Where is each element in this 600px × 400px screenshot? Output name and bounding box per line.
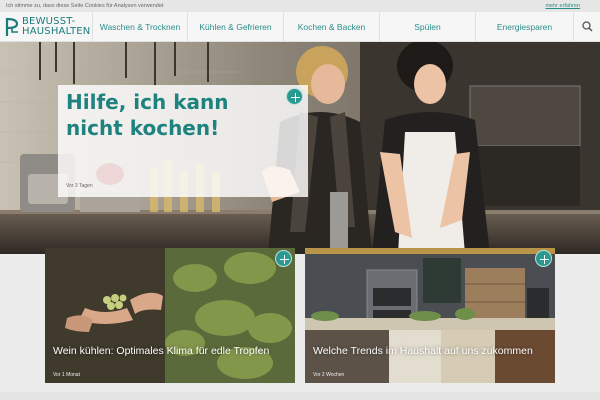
cookie-consent-text: Ich stimme zu, dass diese Seite Cookies …	[6, 3, 164, 9]
hero-title-box[interactable]: Hilfe, ich kann nicht kochen! Vor 3 Tage…	[58, 85, 308, 197]
nav-item-spuelen[interactable]: Spülen	[379, 12, 475, 42]
card-wein-plus-icon[interactable]	[275, 250, 292, 267]
hero-teaser[interactable]: Hilfe, ich kann nicht kochen! Vor 3 Tage…	[0, 42, 600, 254]
nav-item-waschen[interactable]: Waschen & Trocknen	[92, 12, 187, 42]
nav-item-energiesparen[interactable]: Energiesparen	[475, 12, 573, 42]
cookie-bar: Ich stimme zu, dass diese Seite Cookies …	[0, 0, 600, 12]
search-button[interactable]	[573, 12, 600, 42]
site-logo[interactable]: BEWUSST- HAUSHALTEN	[4, 15, 92, 39]
nav-item-kochen[interactable]: Kochen & Backen	[283, 12, 379, 42]
card-wein-title[interactable]: Wein kühlen: Optimales Klima für edle Tr…	[53, 345, 288, 358]
search-icon	[582, 21, 593, 32]
page-bottom-strip	[0, 392, 600, 400]
hero-date: Vor 3 Tagen	[66, 183, 93, 189]
card-kitchen-image	[305, 248, 555, 383]
nav-item-kuehlen[interactable]: Kühlen & Gefrieren	[187, 12, 283, 42]
logo-plug-icon	[5, 17, 19, 36]
card-trends-date: Vor 2 Wochen	[313, 372, 345, 378]
hero-plus-icon[interactable]	[286, 88, 303, 105]
card-trends-title[interactable]: Welche Trends im Haushalt auf uns zukomm…	[313, 345, 548, 358]
main-navigation: BEWUSST- HAUSHALTEN Waschen & Trocknen K…	[0, 12, 600, 42]
card-grapes-image	[45, 248, 295, 383]
hero-title[interactable]: Hilfe, ich kann nicht kochen!	[66, 89, 266, 141]
card-trends-plus-icon[interactable]	[535, 250, 552, 267]
cookie-more-link[interactable]: mehr erfahren	[545, 3, 580, 9]
teaser-card-trends[interactable]: Welche Trends im Haushalt auf uns zukomm…	[305, 248, 555, 383]
logo-wordmark: BEWUSST- HAUSHALTEN	[22, 17, 91, 37]
logo-line2: HAUSHALTEN	[22, 26, 91, 37]
teaser-card-wein[interactable]: Wein kühlen: Optimales Klima für edle Tr…	[45, 248, 295, 383]
card-wein-date: Vor 1 Monat	[53, 372, 80, 378]
